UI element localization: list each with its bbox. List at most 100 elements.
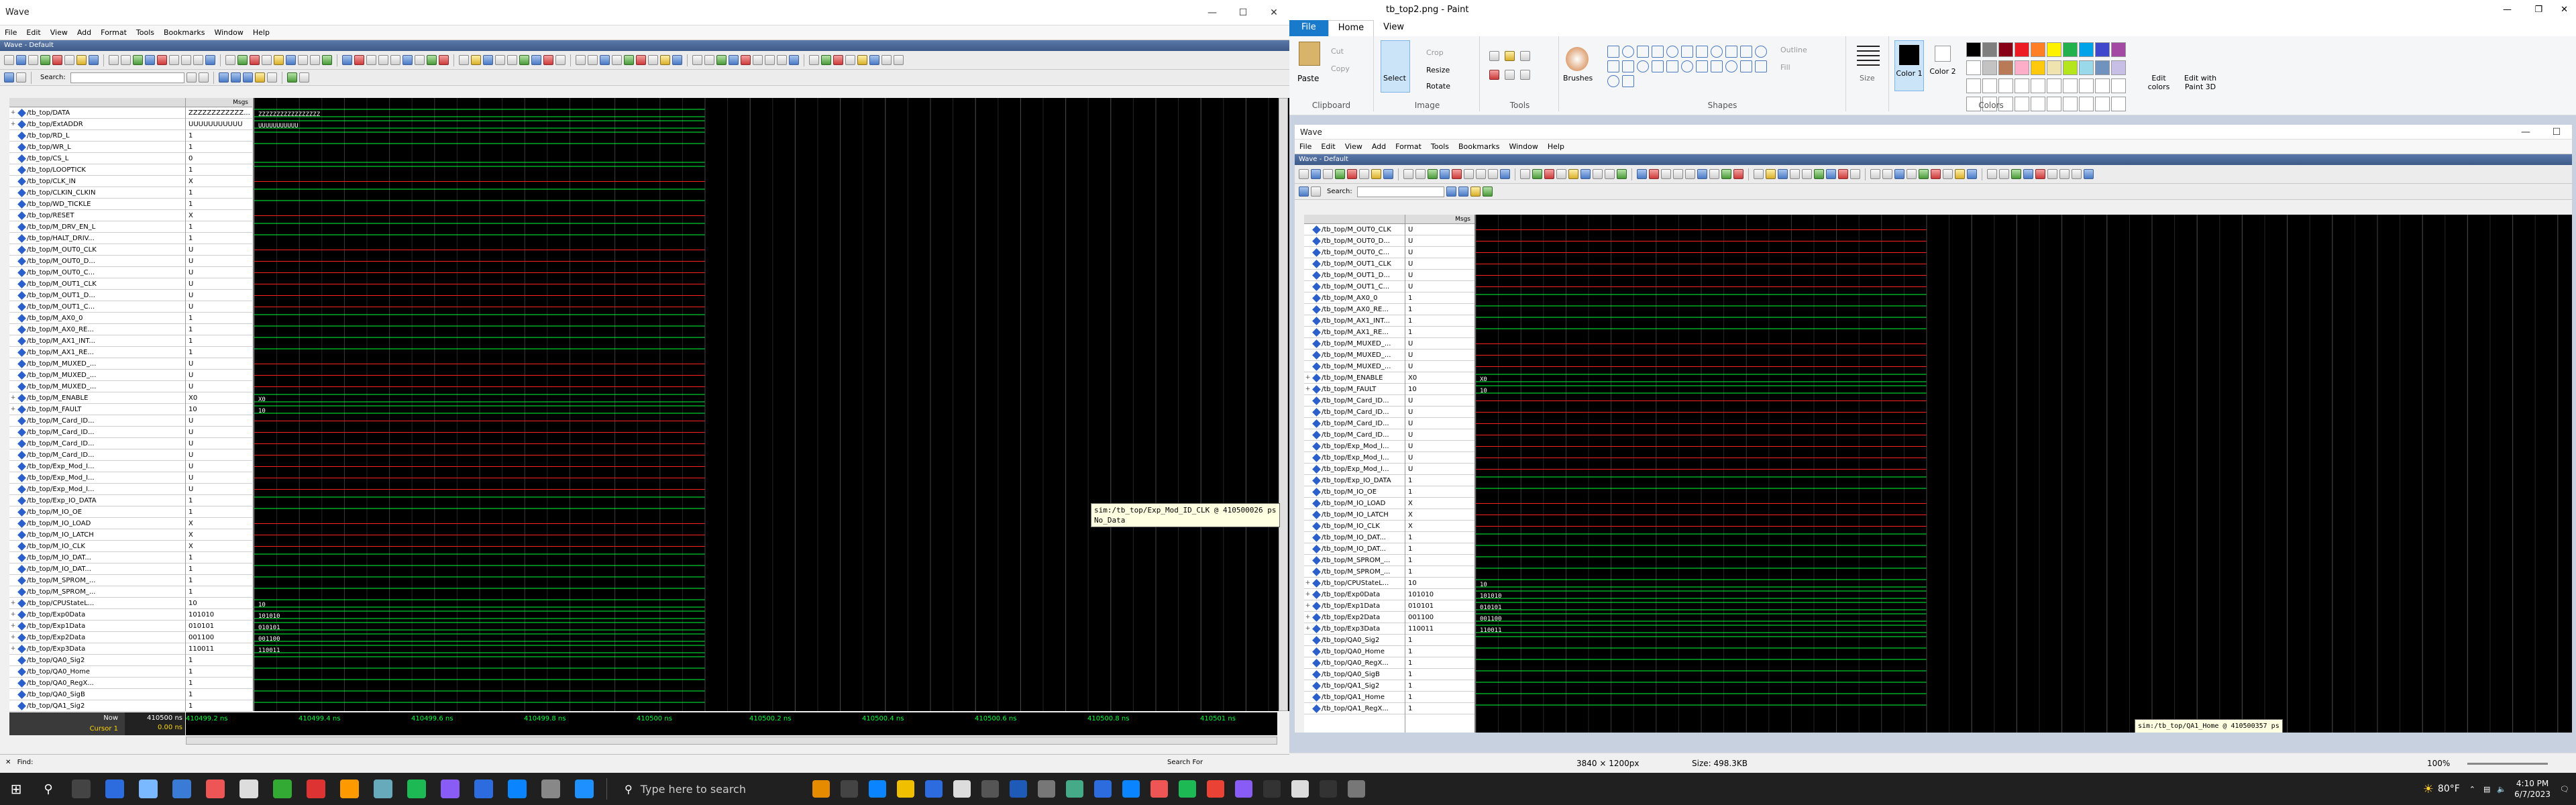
toolbar-button-icon[interactable]	[133, 55, 143, 65]
signal-row[interactable]: /tb_top/M_Card_ID...	[1304, 395, 1405, 407]
toolbar-button-icon[interactable]	[704, 55, 714, 65]
toolbar-button-icon[interactable]	[354, 55, 364, 65]
color2-button[interactable]: Color 2	[1928, 40, 1957, 91]
expand-icon[interactable]: +	[1304, 623, 1311, 634]
taskbar-app-icon[interactable]	[868, 780, 886, 798]
toolbar-button-icon[interactable]	[390, 55, 400, 65]
shape-icon[interactable]	[1696, 46, 1708, 58]
paint-maximize-button[interactable]: ❐	[2534, 0, 2542, 20]
signal-row[interactable]: /tb_top/M_Card_ID...	[1304, 407, 1405, 418]
toolbar-button-icon[interactable]	[495, 55, 505, 65]
taskbar-app-icon[interactable]	[1150, 780, 1168, 798]
color-swatch[interactable]	[1982, 60, 1997, 75]
color-swatch[interactable]	[2079, 42, 2094, 57]
toolbar-button-icon[interactable]	[121, 55, 131, 65]
expand-icon[interactable]: +	[9, 598, 17, 608]
toolbar-button-icon[interactable]	[869, 55, 879, 65]
size-button[interactable]: Size	[1860, 74, 1875, 83]
expand-icon[interactable]: +	[9, 643, 17, 654]
toolbar-button-icon[interactable]	[531, 55, 541, 65]
color-swatch[interactable]	[1966, 42, 1981, 57]
color-picker-icon[interactable]	[1505, 70, 1515, 80]
toolbar-button-icon[interactable]	[342, 55, 352, 65]
tab-home[interactable]: Home	[1328, 20, 1375, 36]
left_window-menu-help[interactable]: Help	[248, 28, 274, 37]
shape-icon[interactable]	[1622, 46, 1634, 58]
signal-row[interactable]: + /tb_top/M_ENABLE	[1304, 372, 1405, 384]
signal-row[interactable]: /tb_top/QA0_SigB	[1304, 669, 1405, 680]
shape-icon[interactable]	[1725, 60, 1737, 72]
search-icon[interactable]: ⚲	[32, 782, 64, 796]
signal-row[interactable]: /tb_top/M_Card_ID...	[1304, 418, 1405, 429]
custom-color-swatch[interactable]	[1998, 78, 2013, 93]
signal-row[interactable]: /tb_top/M_OUT1_C...	[9, 301, 185, 313]
toolbar-button-icon[interactable]	[716, 55, 727, 65]
signal-row[interactable]: /tb_top/QA0_Sig2	[9, 655, 185, 666]
color-swatch[interactable]	[2111, 60, 2126, 75]
signal-row[interactable]: /tb_top/M_OUT0_CLK	[1304, 224, 1405, 235]
wave-format-icon[interactable]	[299, 72, 309, 83]
signal-row[interactable]: /tb_top/M_MUXED_...	[1304, 350, 1405, 361]
toolbar-button-icon[interactable]	[660, 55, 670, 65]
taskbar-app-icon[interactable]	[441, 780, 460, 798]
taskbar-app-icon[interactable]	[1037, 780, 1055, 798]
taskbar-app-icon[interactable]	[273, 780, 292, 798]
toolbar-button-icon[interactable]	[588, 55, 598, 65]
inner_window-menu-help[interactable]: Help	[1543, 142, 1569, 151]
toolbar-button-icon[interactable]	[64, 55, 74, 65]
signal-row[interactable]: + /tb_top/Exp0Data	[1304, 589, 1405, 600]
signal-row[interactable]: + /tb_top/Exp2Data	[9, 632, 185, 643]
signal-row[interactable]: /tb_top/M_IO_DAT...	[9, 564, 185, 575]
signal-row[interactable]: + /tb_top/Exp2Data	[1304, 612, 1405, 623]
shape-icon[interactable]	[1725, 46, 1737, 58]
taskbar-app-icon[interactable]	[1319, 780, 1337, 798]
taskbar-app-icon[interactable]	[508, 780, 527, 798]
signal-row[interactable]: /tb_top/Exp_IO_DATA	[9, 495, 185, 506]
toolbar-button-icon[interactable]	[4, 55, 14, 65]
inner_window-menu-bookmarks[interactable]: Bookmarks	[1454, 142, 1504, 151]
custom-color-swatch[interactable]	[2031, 78, 2045, 93]
toolbar-button-icon[interactable]	[821, 55, 831, 65]
toolbar-button-icon[interactable]	[169, 55, 179, 65]
paint-minimize-button[interactable]: —	[2503, 0, 2512, 20]
brushes-button[interactable]: Brushes	[1563, 74, 1593, 83]
toolbar-button-icon[interactable]	[157, 55, 167, 65]
toolbar-button-icon[interactable]	[648, 55, 658, 65]
color-swatch[interactable]	[2031, 60, 2045, 75]
signal-row[interactable]: /tb_top/M_MUXED_...	[1304, 361, 1405, 372]
taskbar-app-icon[interactable]	[1093, 780, 1112, 798]
tray-up-icon[interactable]: ⌃	[2469, 785, 2475, 794]
toolbar-button-icon[interactable]	[483, 55, 493, 65]
pencil-icon[interactable]	[1489, 51, 1499, 61]
color-swatch[interactable]	[2063, 60, 2078, 75]
signal-row[interactable]: + /tb_top/Exp3Data	[1304, 623, 1405, 635]
shape-icon[interactable]	[1755, 46, 1767, 58]
wave-canvas[interactable]: ZZZZZZZZZZZZZZZZZUUUUUUUUUUUX01010101010…	[254, 98, 1289, 711]
signal-row[interactable]: /tb_top/M_AX1_INT...	[1304, 315, 1405, 327]
signal-row[interactable]: /tb_top/M_MUXED_...	[9, 370, 185, 381]
signal-row[interactable]: /tb_top/M_IO_LATCH	[9, 529, 185, 541]
toolbar-button-icon[interactable]	[415, 55, 425, 65]
shape-icon[interactable]	[1755, 60, 1767, 72]
outline-dropdown[interactable]: Outline	[1780, 46, 1807, 54]
color-swatch[interactable]	[2047, 60, 2061, 75]
left_window-menu-bookmarks[interactable]: Bookmarks	[159, 28, 209, 37]
signal-row[interactable]: /tb_top/M_AX0_0	[1304, 292, 1405, 304]
search-for-dropdown[interactable]: Search For	[1167, 755, 1203, 771]
inner_window-menu-edit[interactable]: Edit	[1316, 142, 1340, 151]
toolbar-button-icon[interactable]	[894, 55, 904, 65]
notification-icon[interactable]: 🗨	[2560, 785, 2569, 794]
shape-icon[interactable]	[1666, 60, 1678, 72]
expand-icon[interactable]: +	[9, 107, 17, 118]
signal-row[interactable]: /tb_top/M_OUT1_C...	[1304, 281, 1405, 292]
taskbar-app-icon[interactable]	[575, 780, 594, 798]
wave-pane[interactable]: ZZZZZZZZZZZZZZZZZ UUUUUUUUUUU X0 10 10 101010…	[253, 98, 1289, 711]
taskbar-app-icon[interactable]	[1178, 780, 1196, 798]
signal-row[interactable]: + /tb_top/M_ENABLE	[9, 392, 185, 404]
taskbar-app-icon[interactable]	[307, 780, 325, 798]
expand-icon[interactable]: +	[9, 632, 17, 643]
cut-button[interactable]: Cut	[1331, 47, 1344, 56]
color-swatch[interactable]	[2015, 60, 2029, 75]
shape-icon[interactable]	[1681, 46, 1693, 58]
toolbar-button-icon[interactable]	[833, 55, 843, 65]
